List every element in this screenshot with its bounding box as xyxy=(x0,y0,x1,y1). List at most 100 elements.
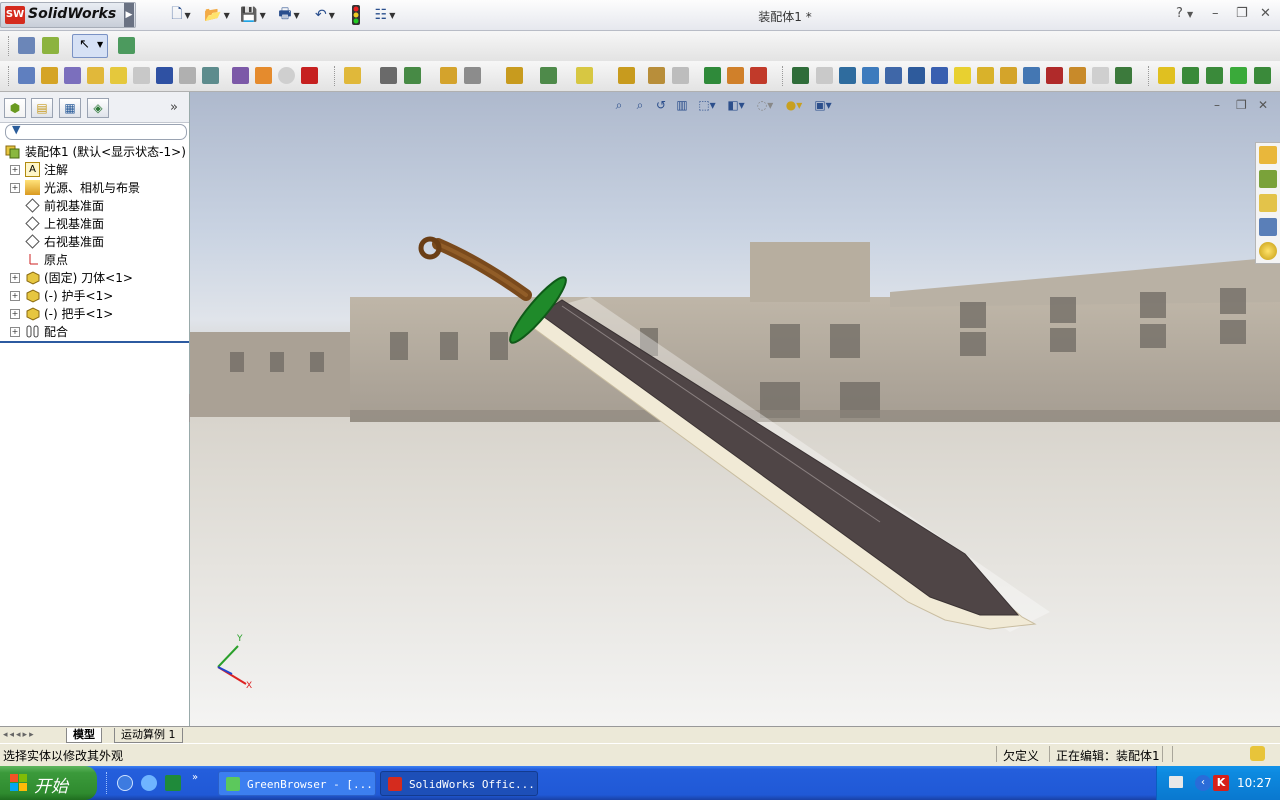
options-render-icon[interactable] xyxy=(977,67,994,84)
tab-property-manager[interactable]: ▤ xyxy=(31,98,53,118)
globe-icon[interactable] xyxy=(141,775,157,791)
scene-icon[interactable] xyxy=(839,67,856,84)
section-properties-icon[interactable] xyxy=(87,67,104,84)
decal-icon[interactable] xyxy=(862,67,879,84)
tab-configuration-manager[interactable]: ▦ xyxy=(59,98,81,118)
line-icon[interactable] xyxy=(1158,67,1175,84)
symmetry-icon[interactable] xyxy=(278,67,295,84)
toolbar-grip[interactable] xyxy=(782,66,786,86)
zoom-to-area-icon[interactable]: ⌕ xyxy=(631,96,649,114)
move-component-icon[interactable] xyxy=(440,67,457,84)
tree-item-mates[interactable]: + 配合 xyxy=(0,323,189,343)
tree-filter-input[interactable]: ▼ xyxy=(5,123,187,140)
geometry-analysis-icon[interactable] xyxy=(179,67,196,84)
edit-appearance-icon[interactable] xyxy=(792,67,809,84)
taskbar-item-greenbrowser[interactable]: GreenBrowser - [... xyxy=(218,771,376,796)
hide-show-items-icon[interactable]: ◌▾ xyxy=(752,96,778,114)
help-button[interactable]: ? ▼ xyxy=(1176,6,1193,21)
lights-icon[interactable] xyxy=(885,67,902,84)
viewport-close-button[interactable]: ✕ xyxy=(1258,98,1268,112)
keyboard-icon[interactable] xyxy=(1169,776,1183,788)
expand-pane-button[interactable]: » xyxy=(170,100,178,115)
interference-detection-icon[interactable] xyxy=(704,67,721,84)
hole-alignment-icon[interactable] xyxy=(750,67,767,84)
toolbar-grip[interactable] xyxy=(1148,66,1152,86)
grid-icon[interactable] xyxy=(118,37,135,54)
expand-toggle[interactable]: + xyxy=(10,309,20,319)
interference-icon[interactable] xyxy=(133,67,150,84)
edit-appearance-icon[interactable]: ●▾ xyxy=(781,96,807,114)
assembly-icon[interactable] xyxy=(42,37,59,54)
mate-icon[interactable] xyxy=(380,67,397,84)
draft-analysis-icon[interactable] xyxy=(232,67,249,84)
view-orientation-icon[interactable]: ⬚▾ xyxy=(694,96,720,114)
expand-toggle[interactable]: + xyxy=(10,273,20,283)
view-palette-icon[interactable] xyxy=(1259,218,1277,236)
sum-icon[interactable] xyxy=(156,67,173,84)
tab-feature-tree[interactable]: ⬢ xyxy=(4,98,26,118)
viewport-minimize-button[interactable]: – xyxy=(1214,98,1220,112)
sword-model[interactable] xyxy=(190,92,1280,726)
exploded-view-icon[interactable] xyxy=(648,67,665,84)
previous-view-icon[interactable]: ↺ xyxy=(652,96,670,114)
tab-motion-study[interactable]: 运动算例 1 xyxy=(114,728,183,743)
render-region-icon[interactable] xyxy=(931,67,948,84)
preview-window-icon[interactable] xyxy=(1069,67,1086,84)
graphics-area[interactable]: ⌕ ⌕ ↺ ▥ ⬚▾ ◧▾ ◌▾ ●▾ ▣▾ – ❐ ✕ Y X xyxy=(190,92,1280,726)
camera-icon[interactable] xyxy=(908,67,925,84)
point-icon[interactable] xyxy=(1230,67,1247,84)
quicklaunch-more-icon[interactable]: » xyxy=(192,772,198,783)
tab-scroll-arrows[interactable]: ◂◂◂▸▸ xyxy=(3,730,36,740)
toolbar-grip[interactable] xyxy=(334,66,338,86)
pattern-icon[interactable] xyxy=(404,67,421,84)
toolbar-grip[interactable] xyxy=(8,66,12,86)
reference-geometry-icon[interactable] xyxy=(540,67,557,84)
viewport-restore-button[interactable]: ❐ xyxy=(1236,98,1247,112)
design-library-icon[interactable] xyxy=(1259,170,1277,188)
integrated-preview-icon[interactable] xyxy=(1046,67,1063,84)
antivirus-icon[interactable]: K xyxy=(1213,775,1229,791)
expand-toggle[interactable]: + xyxy=(10,291,20,301)
bill-of-materials-icon[interactable] xyxy=(618,67,635,84)
paste-icon[interactable] xyxy=(1092,67,1109,84)
close-button[interactable]: ✕ xyxy=(1260,6,1271,21)
photoview-icon[interactable] xyxy=(1115,67,1132,84)
select-tool-button[interactable]: ↖ ▼ xyxy=(72,34,108,58)
explode-line-icon[interactable] xyxy=(672,67,689,84)
centerline-icon[interactable] xyxy=(1182,67,1199,84)
minimize-button[interactable]: – xyxy=(1212,6,1219,21)
expand-toggle[interactable]: + xyxy=(10,183,20,193)
section-view-icon[interactable]: ▥ xyxy=(673,96,691,114)
taskbar-item-solidworks[interactable]: SolidWorks Offic... xyxy=(380,771,538,796)
thickness-icon[interactable] xyxy=(255,67,272,84)
final-render-icon[interactable] xyxy=(954,67,971,84)
expand-toggle[interactable]: + xyxy=(10,165,20,175)
copy-appearance-icon[interactable] xyxy=(816,67,833,84)
toolbar-grip[interactable] xyxy=(8,36,12,56)
show-hidden-icon[interactable] xyxy=(464,67,481,84)
start-button[interactable]: 开始 xyxy=(0,766,97,800)
properties-icon[interactable] xyxy=(18,37,35,54)
spell-check-icon[interactable] xyxy=(18,67,35,84)
expand-toggle[interactable]: + xyxy=(10,327,20,337)
assembly-features-icon[interactable] xyxy=(506,67,523,84)
stop-icon[interactable] xyxy=(301,67,318,84)
ie-icon[interactable] xyxy=(117,775,133,791)
clearance-icon[interactable] xyxy=(727,67,744,84)
plane-icon[interactable] xyxy=(1254,67,1271,84)
appearances-icon[interactable] xyxy=(1259,242,1277,260)
insert-component-icon[interactable] xyxy=(344,67,361,84)
excel-icon[interactable] xyxy=(165,775,181,791)
coordinate-system-icon[interactable] xyxy=(1206,67,1223,84)
tab-display-manager[interactable]: ◈ xyxy=(87,98,109,118)
file-explorer-icon[interactable] xyxy=(1259,194,1277,212)
zoom-to-fit-icon[interactable]: ⌕ xyxy=(610,96,628,114)
schedule-render-icon[interactable] xyxy=(1000,67,1017,84)
blade[interactable] xyxy=(539,299,1020,616)
mass-properties-icon[interactable] xyxy=(64,67,81,84)
check-icon[interactable] xyxy=(110,67,127,84)
rebuild-status-icon[interactable] xyxy=(1250,746,1265,761)
new-motion-icon[interactable] xyxy=(576,67,593,84)
display-style-icon[interactable]: ◧▾ xyxy=(723,96,749,114)
restore-button[interactable]: ❐ xyxy=(1236,6,1248,21)
